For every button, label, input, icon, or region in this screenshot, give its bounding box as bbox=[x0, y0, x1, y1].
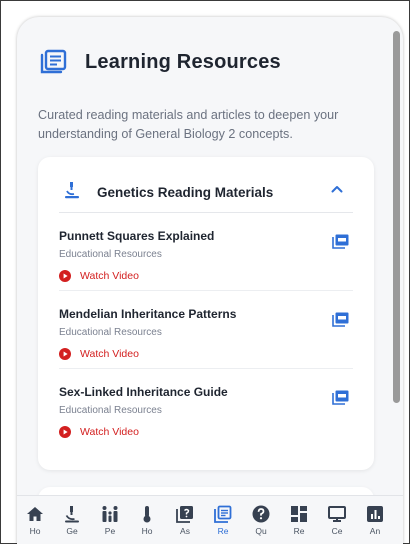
book-list-icon bbox=[40, 49, 67, 74]
quiz-icon bbox=[176, 506, 193, 523]
nav-label: As bbox=[180, 526, 190, 536]
resource-title: Punnett Squares Explained bbox=[59, 229, 215, 243]
resource-subtitle: Educational Resources bbox=[59, 327, 162, 338]
resource-subtitle: Educational Resources bbox=[59, 249, 162, 260]
list-item[interactable]: Mendelian Inheritance Patterns Education… bbox=[59, 291, 353, 369]
resource-subtitle: Educational Resources bbox=[59, 405, 162, 416]
nav-item-home[interactable]: Ho bbox=[19, 496, 51, 544]
family-icon bbox=[102, 506, 118, 522]
play-icon bbox=[59, 426, 71, 438]
nav-item-certificate[interactable]: Ce bbox=[321, 496, 353, 544]
play-icon bbox=[59, 348, 71, 360]
play-icon bbox=[59, 270, 71, 282]
nav-item-analytics[interactable]: An bbox=[359, 496, 391, 544]
nav-label: Re bbox=[293, 526, 305, 536]
nav-label: An bbox=[369, 526, 381, 536]
page-title: Learning Resources bbox=[85, 50, 281, 73]
nav-item-assessment[interactable]: As bbox=[169, 496, 201, 544]
dashboard-icon bbox=[291, 506, 307, 522]
nav-label: Qu bbox=[255, 526, 267, 536]
nav-label: Ge bbox=[66, 526, 78, 536]
nav-label: Re bbox=[217, 526, 229, 536]
watch-video-link[interactable]: Watch Video bbox=[59, 270, 139, 282]
thermometer-icon bbox=[143, 506, 151, 523]
nav-item-pedigree[interactable]: Pe bbox=[94, 496, 126, 544]
nav-label: Pe bbox=[104, 526, 116, 536]
watch-video-link[interactable]: Watch Video bbox=[59, 348, 139, 360]
page-header: Learning Resources bbox=[39, 49, 281, 75]
section-header[interactable]: Genetics Reading Materials bbox=[38, 157, 374, 212]
nav-item-results[interactable]: Re bbox=[283, 496, 315, 544]
pdf-icon[interactable] bbox=[332, 312, 349, 327]
app-screen: Learning Resources Curated reading mater… bbox=[17, 17, 403, 544]
intro-text: Curated reading materials and articles t… bbox=[38, 108, 339, 141]
nav-item-resources[interactable]: Re bbox=[207, 496, 239, 544]
pdf-icon[interactable] bbox=[332, 390, 349, 405]
nav-item-quiz[interactable]: Qu bbox=[245, 496, 277, 544]
watch-video-label: Watch Video bbox=[80, 426, 139, 438]
nav-label: Ce bbox=[331, 526, 343, 536]
bottom-nav: Ho Ge Pe Ho As Re Qu Re Ce An bbox=[17, 495, 403, 544]
monitor-icon bbox=[328, 506, 346, 522]
home-icon bbox=[27, 507, 43, 521]
help-icon bbox=[252, 505, 270, 523]
pdf-icon[interactable] bbox=[332, 234, 349, 249]
resource-title: Sex-Linked Inheritance Guide bbox=[59, 385, 228, 399]
watch-video-label: Watch Video bbox=[80, 270, 139, 282]
watch-video-label: Watch Video bbox=[80, 348, 139, 360]
list-item[interactable]: Sex-Linked Inheritance Guide Educational… bbox=[59, 369, 353, 447]
resource-title: Mendelian Inheritance Patterns bbox=[59, 307, 237, 321]
microscope-icon bbox=[65, 506, 79, 523]
nav-item-homeostasis[interactable]: Ho bbox=[131, 496, 163, 544]
nav-label: Ho bbox=[141, 526, 153, 536]
nav-label: Ho bbox=[29, 526, 41, 536]
chevron-up-icon[interactable] bbox=[330, 182, 344, 196]
resource-section-card: Genetics Reading Materials Punnett Squar… bbox=[38, 157, 374, 470]
watch-video-link[interactable]: Watch Video bbox=[59, 426, 139, 438]
section-title: Genetics Reading Materials bbox=[97, 185, 274, 200]
scrollbar[interactable] bbox=[393, 31, 400, 403]
microscope-icon bbox=[65, 182, 79, 199]
analytics-icon bbox=[367, 506, 383, 522]
book-list-icon bbox=[214, 505, 232, 523]
nav-item-genetics[interactable]: Ge bbox=[56, 496, 88, 544]
list-item[interactable]: Punnett Squares Explained Educational Re… bbox=[59, 213, 353, 291]
